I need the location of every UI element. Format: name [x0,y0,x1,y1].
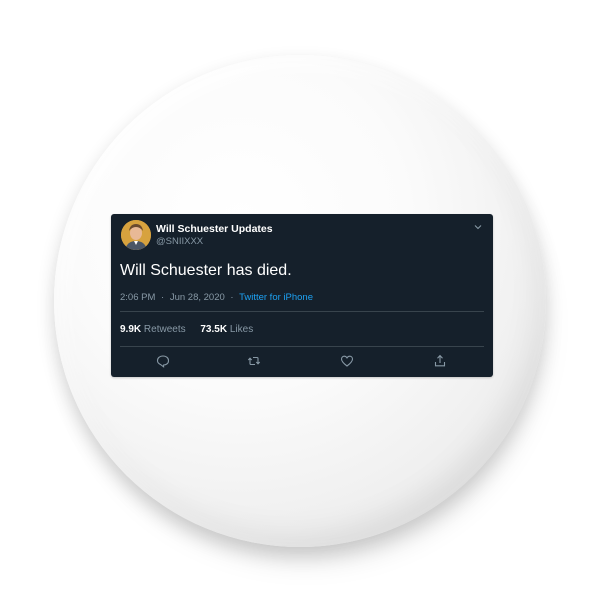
tweet-source-link[interactable]: Twitter for iPhone [239,292,313,303]
divider [120,346,484,347]
likes-count: 73.5K [200,324,228,335]
reply-icon[interactable] [156,354,170,368]
share-icon[interactable] [433,354,447,368]
chevron-down-icon[interactable] [473,222,483,232]
tweet-time[interactable]: 2:06 PM [120,292,155,303]
retweets-label: Retweets [143,324,186,335]
retweet-icon[interactable] [247,354,261,368]
display-name[interactable]: Will Schuester Updates [156,223,273,235]
likes-label: Likes [229,324,254,335]
likes-stat[interactable]: 73.5K Likes [200,324,253,335]
tweet-meta: 2:06 PM · Jun 28, 2020 · Twitter for iPh… [120,292,313,303]
tweet-stats: 9.9K Retweets 73.5K Likes [120,324,265,335]
retweets-count: 9.9K [120,324,142,335]
tweet-text: Will Schuester has died. [120,262,292,279]
heart-icon[interactable] [340,354,354,368]
tweet-actions [111,354,493,370]
avatar-portrait-icon [121,220,151,250]
tweet-date[interactable]: Jun 28, 2020 [170,292,225,303]
retweets-stat[interactable]: 9.9K Retweets [120,324,188,335]
meta-separator: · [161,292,165,303]
divider [120,311,484,312]
user-handle[interactable]: @SNIIXXX [156,236,203,247]
product-image: Will Schuester Updates @SNIIXXX Will Sch… [0,0,600,600]
meta-separator: · [230,292,234,303]
tweet-card: Will Schuester Updates @SNIIXXX Will Sch… [111,214,493,377]
avatar[interactable] [121,220,151,250]
